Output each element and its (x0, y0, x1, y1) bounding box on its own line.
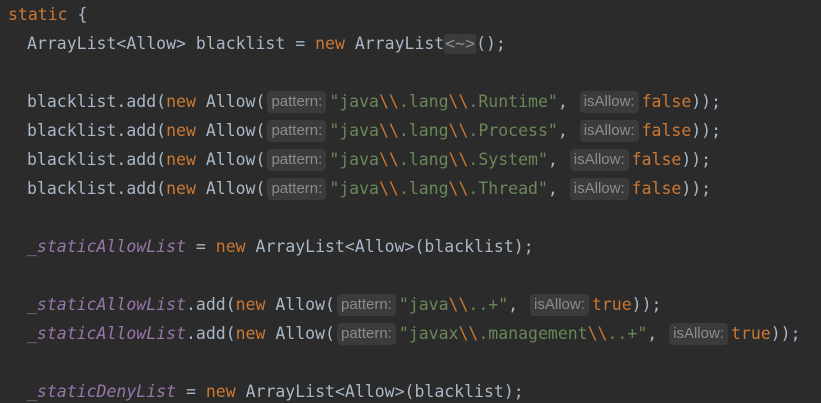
string-literal: "java\\.lang\\.Runtime" (329, 92, 558, 111)
call-close: )); (691, 121, 722, 140)
comma: , (557, 121, 568, 140)
call-end: (); (476, 34, 506, 53)
new-keyword: new (166, 121, 196, 140)
constructor-call: Allow( (195, 150, 266, 169)
static-field: _staticAllowList (27, 324, 186, 343)
parameter-hint-isallow: isAllow: (569, 149, 629, 171)
code-line-static-deny-list-init: _staticDenyList = new ArrayList<Allow>(b… (27, 377, 524, 403)
variable-assign: blacklist = (185, 34, 316, 53)
comma: , (647, 324, 658, 343)
open-brace: { (67, 5, 88, 24)
new-keyword: new (235, 295, 266, 314)
new-keyword: new (235, 324, 266, 343)
constructor-call: Allow( (195, 121, 266, 140)
parameter-hint-isallow: isAllow: (669, 323, 728, 345)
code-line-blacklist-declaration: ArrayList<Allow> blacklist = new ArrayLi… (27, 29, 506, 58)
constructor-call: ArrayList<Allow>(blacklist); (245, 237, 534, 256)
string-literal: "java\\..+" (398, 295, 509, 314)
folded-generic-region[interactable]: <~> (444, 34, 477, 54)
new-keyword: new (215, 237, 246, 256)
assign-operator: = (176, 382, 206, 401)
parameter-hint-pattern: pattern: (267, 120, 327, 142)
string-literal: "java\\.lang\\.System" (329, 150, 548, 169)
new-keyword: new (166, 179, 196, 198)
assign-operator: = (185, 237, 216, 256)
code-line-add-thread: blacklist.add(new Allow(pattern: "java\\.… (27, 174, 711, 203)
comma: , (547, 150, 558, 169)
static-field: _staticAllowList (27, 237, 186, 256)
true-literal: true (730, 324, 771, 343)
parameter-hint-isallow: isAllow: (569, 178, 629, 200)
string-literal: "java\\.lang\\.Process" (329, 121, 558, 140)
false-literal: false (631, 150, 682, 169)
code-line-static-allow-list-init: _staticAllowList = new ArrayList<Allow>(… (27, 232, 534, 261)
method-call: blacklist.add( (27, 150, 167, 169)
static-field: _staticAllowList (27, 295, 186, 314)
false-literal: false (641, 92, 692, 111)
code-line-add-system: blacklist.add(new Allow(pattern: "java\\.… (27, 145, 711, 174)
code-editor[interactable]: static { ArrayList<Allow> blacklist = ne… (0, 0, 821, 403)
call-close: )); (770, 324, 801, 343)
constructor-call: Allow( (265, 324, 335, 343)
code-line-static-allow-javax: _staticAllowList.add(new Allow(pattern: "… (27, 319, 801, 348)
constructor-call: ArrayList<Allow>(blacklist); (235, 382, 524, 401)
parameter-hint-isallow: isAllow: (530, 294, 589, 316)
static-field: _staticDenyList (27, 382, 177, 401)
constructor-call: Allow( (195, 92, 266, 111)
parameter-hint-isallow: isAllow: (579, 91, 639, 113)
call-close: )); (681, 179, 712, 198)
constructor-call: Allow( (195, 179, 266, 198)
false-literal: false (631, 179, 682, 198)
true-literal: true (591, 295, 632, 314)
static-keyword: static (8, 5, 68, 24)
type-name: ArrayList<Allow> (27, 34, 186, 53)
comma: , (557, 92, 568, 111)
parameter-hint-pattern: pattern: (267, 178, 327, 200)
new-keyword: new (166, 92, 196, 111)
parameter-hint-isallow: isAllow: (579, 120, 639, 142)
method-call: .add( (185, 324, 236, 343)
class-name: ArrayList (344, 34, 445, 53)
method-call: blacklist.add( (27, 179, 167, 198)
false-literal: false (641, 121, 692, 140)
new-keyword: new (315, 34, 345, 53)
code-line-add-runtime: blacklist.add(new Allow(pattern: "java\\.… (27, 87, 721, 116)
string-literal: "javax\\.management\\..+" (398, 324, 648, 343)
code-line-static-allow-java: _staticAllowList.add(new Allow(pattern: "… (27, 290, 661, 319)
parameter-hint-pattern: pattern: (336, 323, 396, 345)
method-call: blacklist.add( (27, 92, 167, 111)
call-close: )); (691, 92, 722, 111)
string-literal: "java\\.lang\\.Thread" (329, 179, 548, 198)
new-keyword: new (166, 150, 196, 169)
comma: , (547, 179, 558, 198)
parameter-hint-pattern: pattern: (336, 294, 396, 316)
call-close: )); (681, 150, 712, 169)
constructor-call: Allow( (265, 295, 335, 314)
code-line-add-process: blacklist.add(new Allow(pattern: "java\\.… (27, 116, 721, 145)
parameter-hint-pattern: pattern: (267, 149, 327, 171)
code-line-static-block: static { (8, 0, 87, 29)
method-call: blacklist.add( (27, 121, 167, 140)
parameter-hint-pattern: pattern: (267, 91, 327, 113)
comma: , (508, 295, 519, 314)
method-call: .add( (185, 295, 236, 314)
call-close: )); (631, 295, 662, 314)
new-keyword: new (205, 382, 236, 401)
